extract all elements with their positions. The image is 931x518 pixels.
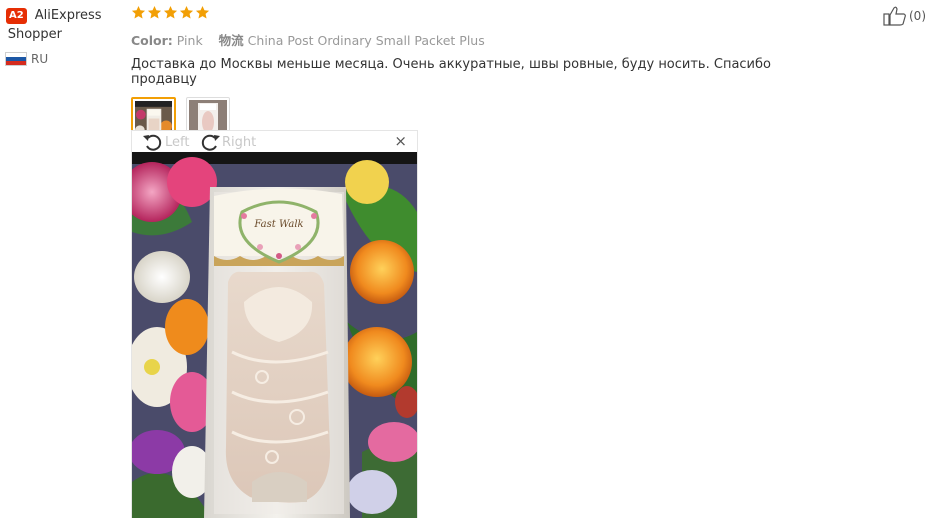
russia-flag-icon <box>6 53 26 65</box>
thumbs-up-icon <box>883 6 906 26</box>
star-icon <box>163 5 178 23</box>
reviewer-name-row: A2 AliExpress Shopper <box>6 6 126 44</box>
reviewer-name-first: AliExpress <box>34 8 102 23</box>
close-viewer-button[interactable]: × <box>394 133 407 149</box>
reviewer-name-rest: Shopper <box>7 27 62 42</box>
viewer-toolbar: Left Right × <box>132 131 417 152</box>
logistics-value: China Post Ordinary Small Packet Plus <box>247 33 485 48</box>
star-icon <box>195 5 210 23</box>
rotate-left-label: Left <box>165 134 190 150</box>
helpful-like-button[interactable]: (0) <box>883 6 926 26</box>
review-photo-image: Fast Walk <box>132 152 417 518</box>
color-value: Pink <box>176 33 203 48</box>
rotate-right-button[interactable]: Right <box>199 132 256 152</box>
like-count: (0) <box>909 9 926 23</box>
review-item: A2 AliExpress Shopper RU Color: Pink 物流 … <box>0 0 931 518</box>
star-rating <box>131 5 831 23</box>
order-info: Color: Pink 物流 China Post Ordinary Small… <box>131 30 831 49</box>
review-photo: Fast Walk <box>132 152 417 518</box>
reviewer-country: RU <box>6 52 126 66</box>
rotate-right-icon <box>201 134 220 151</box>
rotate-right-label: Right <box>222 134 257 150</box>
country-code: RU <box>31 52 49 66</box>
star-icon <box>131 5 146 23</box>
package-brand-text: Fast Walk <box>253 219 303 230</box>
review-image-viewer: Left Right × Fast Walk <box>131 130 418 518</box>
buyer-level-badge: A2 <box>6 8 27 24</box>
rotate-left-icon <box>143 134 162 151</box>
review-content: Color: Pink 物流 China Post Ordinary Small… <box>131 5 831 147</box>
rotate-left-button[interactable]: Left <box>142 132 189 152</box>
review-text: Доставка до Москвы меньше месяца. Очень … <box>131 57 771 87</box>
star-icon <box>179 5 194 23</box>
logistics-label: 物流 <box>218 33 244 48</box>
reviewer-name: AliExpress Shopper <box>8 6 102 44</box>
star-icon <box>147 5 162 23</box>
color-label: Color: <box>131 33 173 48</box>
reviewer-info: A2 AliExpress Shopper RU <box>6 6 126 66</box>
